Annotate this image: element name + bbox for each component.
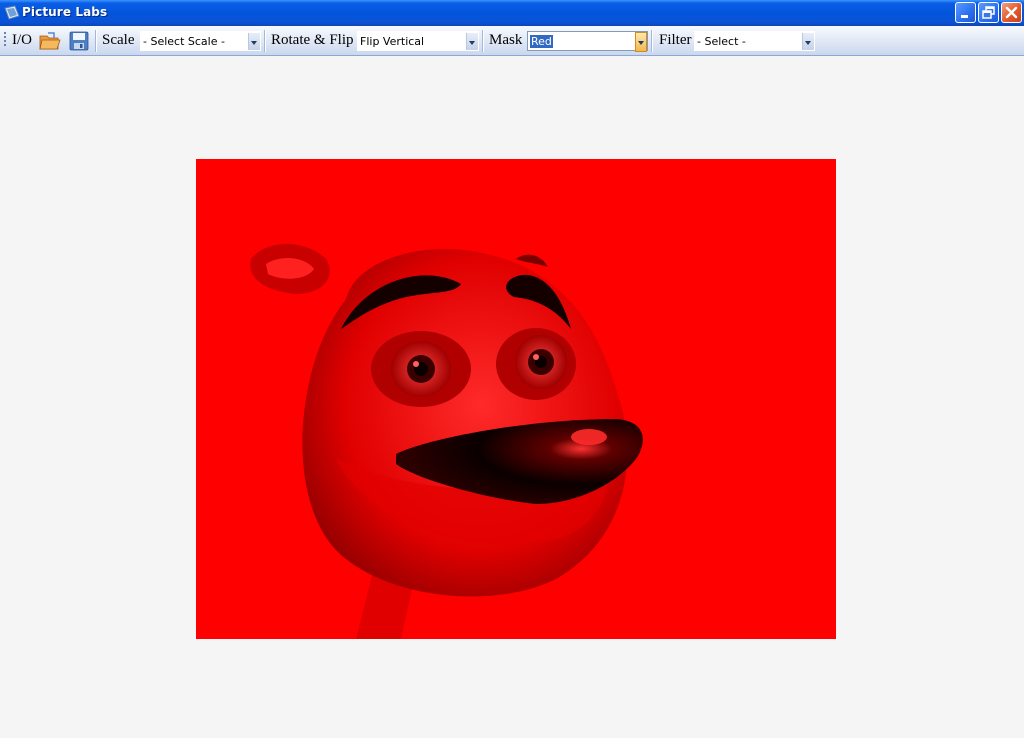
title-bar[interactable]: Picture Labs [0, 0, 1024, 26]
rotate-flip-dropdown[interactable]: Flip Vertical [357, 31, 479, 51]
app-icon [4, 5, 20, 20]
toolbar-separator [482, 30, 484, 52]
app-window: Picture Labs I/O Scale Rotate & Flip Mas… [0, 0, 1024, 738]
toolbar-grip[interactable] [4, 32, 7, 50]
picture-canvas [196, 159, 836, 639]
filter-dropdown-value: - Select - [697, 35, 746, 48]
scale-dropdown-value: - Select Scale - [143, 35, 225, 48]
filter-dropdown[interactable]: - Select - [694, 31, 815, 51]
chevron-down-icon[interactable] [635, 32, 647, 52]
restore-button[interactable] [978, 2, 999, 23]
bear-face-image [196, 159, 836, 639]
window-title: Picture Labs [22, 5, 108, 19]
chevron-down-icon[interactable] [802, 33, 814, 50]
rotate-flip-label: Rotate & Flip [271, 32, 354, 48]
scale-dropdown[interactable]: - Select Scale - [140, 31, 261, 51]
restore-icon [982, 6, 995, 19]
scale-label: Scale [102, 32, 135, 48]
chevron-down-icon[interactable] [248, 33, 260, 50]
close-icon [1005, 6, 1018, 19]
mask-dropdown[interactable]: Red [527, 31, 648, 52]
close-button[interactable] [1001, 2, 1022, 23]
toolbar-separator [95, 30, 97, 52]
io-label: I/O [12, 32, 32, 48]
minimize-button[interactable] [955, 2, 976, 23]
filter-label: Filter [659, 32, 692, 48]
open-folder-icon[interactable] [39, 30, 61, 52]
chevron-down-icon[interactable] [466, 33, 478, 50]
minimize-icon [961, 15, 968, 18]
save-disk-icon[interactable] [68, 30, 90, 52]
toolbar-separator [651, 30, 653, 52]
toolbar-separator [264, 30, 266, 52]
mask-label: Mask [489, 32, 523, 48]
rotate-flip-dropdown-value: Flip Vertical [360, 35, 425, 48]
mask-dropdown-value: Red [530, 35, 553, 48]
